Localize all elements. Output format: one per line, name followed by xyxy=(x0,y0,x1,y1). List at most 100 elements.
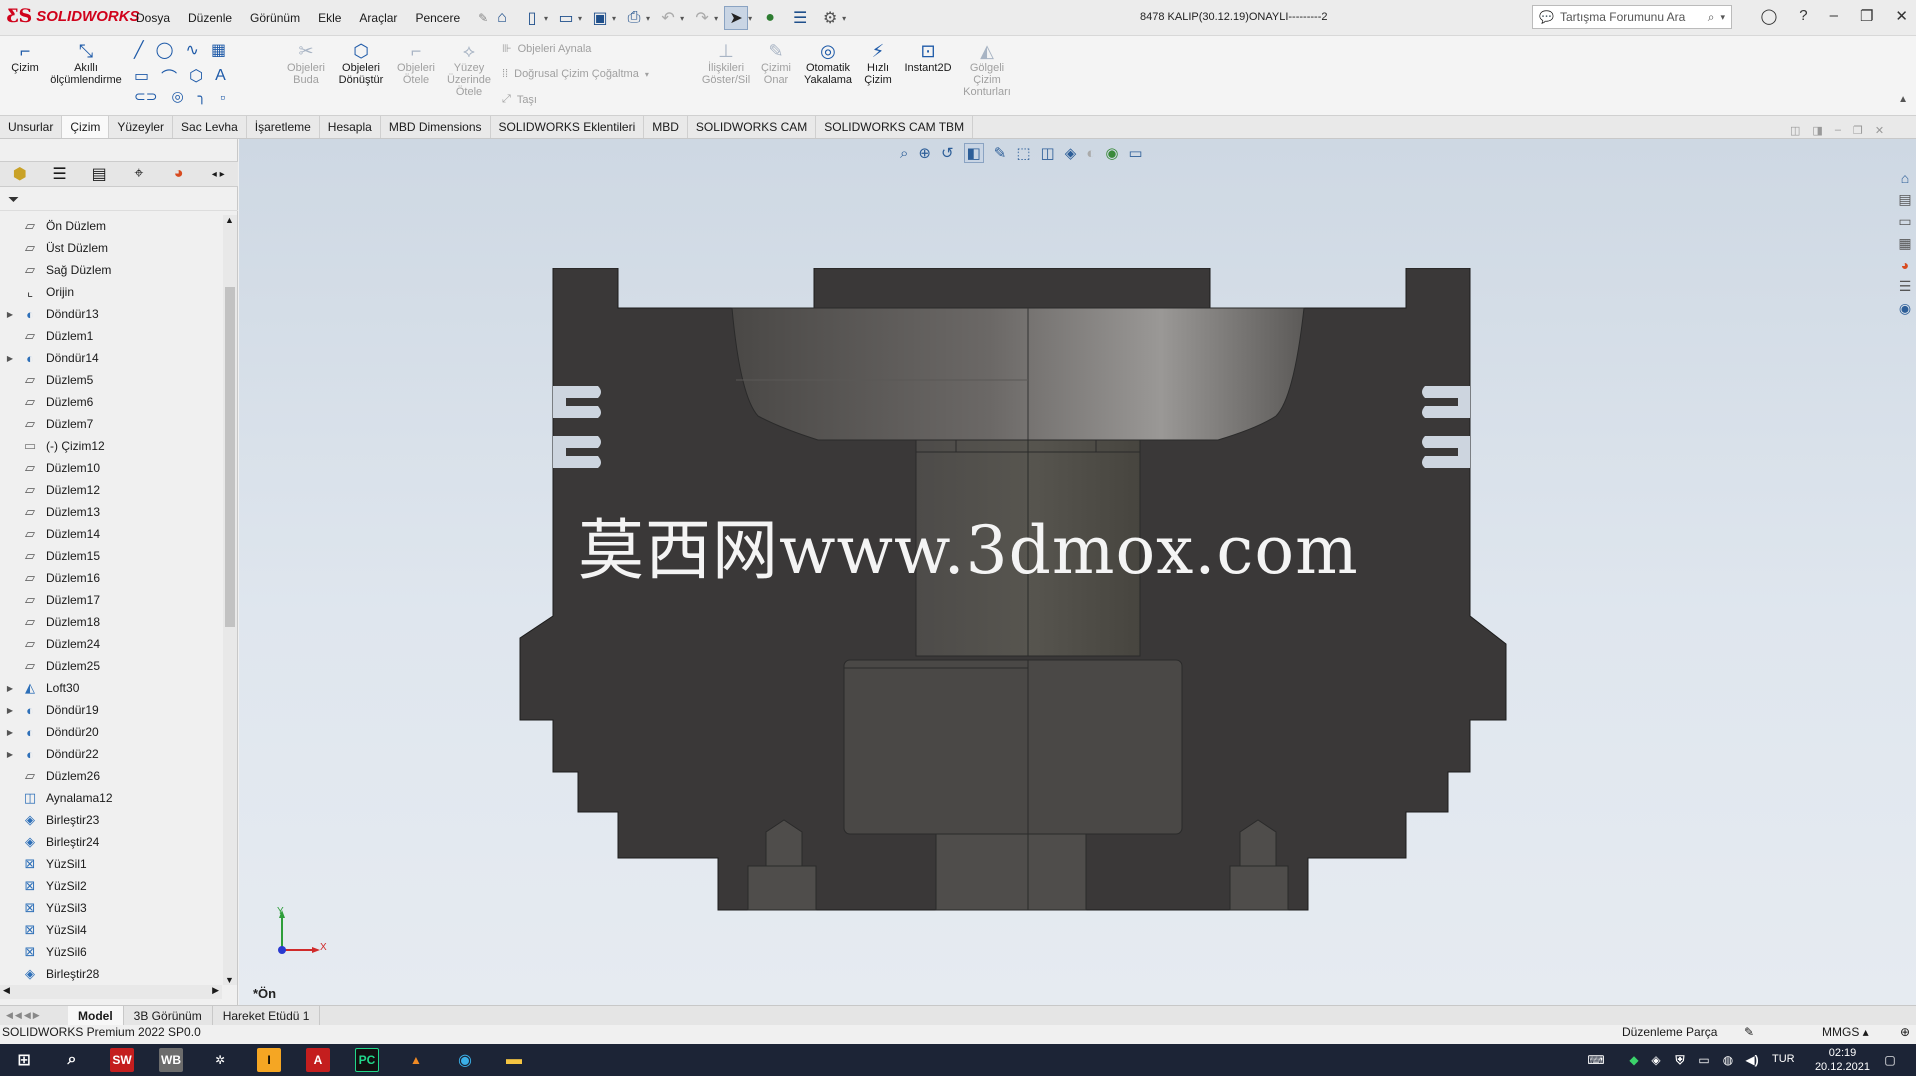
undo-icon[interactable]: ↶ xyxy=(656,6,680,30)
zoom-area-icon[interactable]: ⊕ xyxy=(918,144,931,162)
rectangle-icon[interactable]: ▭ xyxy=(134,66,149,86)
new-document-icon[interactable]: ▯ xyxy=(520,6,544,30)
traffic-light-icon[interactable]: ● xyxy=(758,6,782,30)
tab-motion-study[interactable]: Hareket Etüdü 1 xyxy=(213,1006,321,1025)
tree-item[interactable]: ▶ ◐ Döndür20 xyxy=(0,721,222,743)
tree-item[interactable]: ▱ Düzlem15 xyxy=(0,545,222,567)
search-forum-input[interactable]: 💬 Tartışma Forumunu Ara ⌕ ▾ xyxy=(1532,5,1732,29)
collapse-ribbon-icon[interactable]: ▲ xyxy=(1898,94,1908,105)
open-folder-icon[interactable]: ▭ xyxy=(554,6,578,30)
home-icon[interactable]: ⌂ xyxy=(490,6,514,30)
windows-search-icon[interactable]: ⌕ xyxy=(60,1048,84,1072)
tree-item[interactable]: ⊠ YüzSil1 xyxy=(0,853,222,875)
tree-item[interactable]: ◈ Birleştir24 xyxy=(0,831,222,853)
tree-item[interactable]: ▱ Düzlem7 xyxy=(0,413,222,435)
unit-system-selector[interactable]: MMGS ▴ xyxy=(1822,1025,1869,1039)
dynamic-annotation-icon[interactable]: ✎ xyxy=(994,144,1007,162)
close-icon[interactable]: ✕ xyxy=(1895,7,1908,25)
point-icon[interactable]: ◎ xyxy=(171,88,183,105)
tray-shield-icon[interactable]: ⛨ xyxy=(1668,1048,1692,1072)
tree-item[interactable]: ⊠ YüzSil6 xyxy=(0,941,222,963)
tree-item[interactable]: ▱ Düzlem1 xyxy=(0,325,222,347)
menu-duzenle[interactable]: Düzenle xyxy=(188,11,232,25)
dogrusal-cizim-cogaltma-button[interactable]: ⁞⁞ Doğrusal Çizim Çoğaltma ▾ xyxy=(502,68,649,80)
dimxpert-tab-icon[interactable]: ⌖ xyxy=(119,165,159,183)
tree-item[interactable]: ▱ Düzlem18 xyxy=(0,611,222,633)
input-language[interactable]: TUR xyxy=(1772,1053,1795,1065)
tree-item[interactable]: ▶ ◐ Döndür19 xyxy=(0,699,222,721)
tree-item[interactable]: ▶ ◐ Döndür13 xyxy=(0,303,222,325)
view-orientation-icon[interactable]: ⬚ xyxy=(1016,144,1030,162)
fillet-icon[interactable]: ╮ xyxy=(198,88,206,105)
iliskileri-goster-sil-button[interactable]: ⊥ İlişkileri Göster/Sil xyxy=(696,40,756,86)
restore-icon[interactable]: ❐ xyxy=(1860,7,1873,25)
edge-taskbar-icon[interactable]: ◉ xyxy=(453,1048,477,1072)
solidworks-logo[interactable]: ƸS SOLIDWORKS xyxy=(6,7,140,26)
tree-item[interactable]: ▱ Üst Düzlem xyxy=(0,237,222,259)
tab-solidworks-eklentileri[interactable]: SOLIDWORKS Eklentileri xyxy=(491,116,645,138)
tab-mbd-dimensions[interactable]: MBD Dimensions xyxy=(381,116,491,138)
line-icon[interactable]: ╱ xyxy=(134,40,144,60)
tree-item[interactable]: ⌞ Orijin xyxy=(0,281,222,303)
tree-item[interactable]: ▱ Düzlem24 xyxy=(0,633,222,655)
tree-item[interactable]: ▱ Düzlem17 xyxy=(0,589,222,611)
solidworks-resources-icon[interactable]: ⌂ xyxy=(1901,170,1909,186)
tree-item[interactable]: ▱ Düzlem12 xyxy=(0,479,222,501)
viewport-tile-icon[interactable]: ◨ xyxy=(1812,124,1822,137)
tree-item[interactable]: ▱ Düzlem14 xyxy=(0,523,222,545)
viewport-split-icon[interactable]: ◫ xyxy=(1790,124,1800,137)
yuzey-uzerinde-otele-button[interactable]: ⟡ Yüzey Üzerinde Ötele xyxy=(444,40,494,98)
zoom-to-fit-icon[interactable]: ⌕ xyxy=(900,145,908,162)
file-explorer-taskbar-icon[interactable]: ▬ xyxy=(502,1048,526,1072)
objeleri-otele-button[interactable]: ⌐ Objeleri Ötele xyxy=(392,40,440,86)
cizim-button[interactable]: ⌐ Çizim xyxy=(8,40,42,74)
cizimi-onar-button[interactable]: ✎ Çizimi Onar xyxy=(756,40,796,86)
design-library-icon[interactable]: ▤ xyxy=(1898,191,1911,208)
expand-arrow-icon[interactable]: ▶ xyxy=(0,354,20,363)
system-clock[interactable]: 02:19 20.12.2021 xyxy=(1815,1046,1870,1074)
feature-tree-tab-icon[interactable]: ⬢ xyxy=(0,164,40,184)
tree-item[interactable]: ▶ ◐ Döndür14 xyxy=(0,347,222,369)
search-icon[interactable]: ⌕ xyxy=(1708,10,1715,25)
select-cursor-icon[interactable]: ➤ xyxy=(724,6,749,30)
illustrator-taskbar-icon[interactable]: I xyxy=(257,1048,281,1072)
appearances-icon[interactable]: ◕ xyxy=(1901,257,1909,273)
view-palette-icon[interactable]: ▦ xyxy=(1898,235,1911,252)
tree-item[interactable]: ◫ Aynalama12 xyxy=(0,787,222,809)
tree-item[interactable]: ▱ Düzlem13 xyxy=(0,501,222,523)
tree-filter[interactable]: ⏷ xyxy=(0,189,238,211)
matlab-taskbar-icon[interactable]: ▲ xyxy=(404,1048,428,1072)
tree-item[interactable]: ◈ Birleştir28 xyxy=(0,963,222,985)
spline-icon[interactable]: ∿ xyxy=(186,40,199,60)
tree-item[interactable]: ▭ (-) Çizim12 xyxy=(0,435,222,457)
view-settings-icon[interactable]: ▭ xyxy=(1128,144,1142,162)
edit-appearance-icon[interactable]: ◐ xyxy=(1086,145,1095,162)
notifications-icon[interactable]: ▢ xyxy=(1878,1048,1902,1072)
tab-model[interactable]: Model xyxy=(68,1006,124,1025)
tab-solidworks-cam[interactable]: SOLIDWORKS CAM xyxy=(688,116,817,138)
tab-hesapla[interactable]: Hesapla xyxy=(320,116,381,138)
tree-item[interactable]: ▱ Düzlem10 xyxy=(0,457,222,479)
tree-item[interactable]: ◈ Birleştir23 xyxy=(0,809,222,831)
apply-scene-icon[interactable]: ◉ xyxy=(1105,144,1118,162)
circle-icon[interactable]: ◯ xyxy=(156,40,174,60)
objeleri-donustur-button[interactable]: ⬡ Objeleri Dönüştür xyxy=(334,40,388,86)
tab-isaretleme[interactable]: İşaretleme xyxy=(247,116,320,138)
hide-show-items-icon[interactable]: ◈ xyxy=(1065,144,1077,162)
scroll-up-icon[interactable]: ▲ xyxy=(225,215,234,225)
scroll-down-icon[interactable]: ▼ xyxy=(225,975,234,985)
objeleri-buda-button[interactable]: ✂ Objeleri Buda xyxy=(282,40,330,86)
options-gear-icon[interactable]: ⚙ xyxy=(818,6,842,30)
tree-horizontal-scrollbar[interactable]: ◀ ▶ xyxy=(0,985,222,999)
tab-3d-views[interactable]: 3B Görünüm xyxy=(124,1006,213,1025)
file-properties-icon[interactable]: ☰ xyxy=(788,6,812,30)
display-manager-tab-icon[interactable]: ◕ xyxy=(159,165,199,183)
status-help-icon[interactable]: ⊕ xyxy=(1900,1025,1910,1039)
filter-icon[interactable]: ⏷ xyxy=(8,191,19,208)
tab-yuzeyler[interactable]: Yüzeyler xyxy=(109,116,174,138)
tab-sac-levha[interactable]: Sac Levha xyxy=(173,116,247,138)
tasi-button[interactable]: ⤢ Taşı xyxy=(502,93,537,106)
tree-item[interactable]: ⊠ YüzSil3 xyxy=(0,897,222,919)
grid-icon[interactable]: ▦ xyxy=(211,40,226,60)
windows-start-icon[interactable]: ⊞ xyxy=(12,1048,36,1072)
